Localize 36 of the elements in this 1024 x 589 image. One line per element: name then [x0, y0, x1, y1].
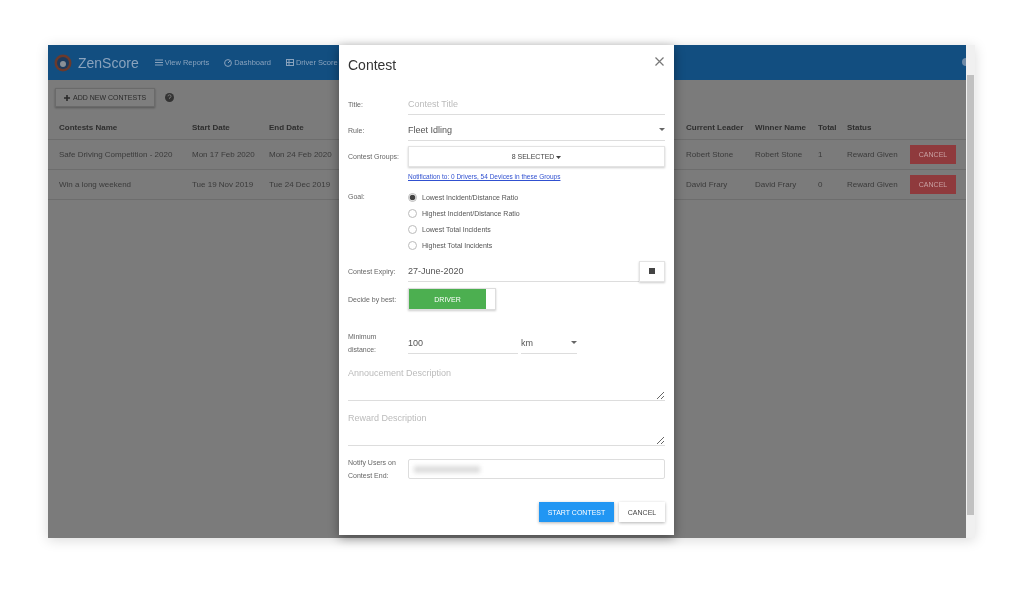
column-header: Status — [847, 122, 872, 132]
radio-button[interactable] — [408, 193, 417, 202]
column-header: Start Date — [192, 122, 230, 132]
radio-button[interactable] — [408, 209, 417, 218]
caret-icon — [556, 155, 562, 159]
caret-icon — [659, 128, 665, 131]
column-header: Total — [818, 122, 837, 132]
unit-select[interactable]: km — [521, 332, 577, 354]
announcement-field[interactable]: Annoucement Description — [348, 368, 665, 401]
column-header: Current Leader — [686, 122, 744, 132]
list-icon — [154, 59, 163, 66]
plus-icon — [64, 94, 70, 101]
column-header: Winner Name — [755, 122, 807, 132]
table-icon — [285, 59, 294, 66]
column-header: End Date — [269, 122, 304, 132]
radio-button[interactable] — [408, 225, 417, 234]
column-header: Contests Name — [59, 122, 118, 132]
logo-icon — [54, 53, 72, 72]
distance-field[interactable]: 100 — [408, 332, 518, 354]
help-icon[interactable] — [165, 93, 175, 102]
expiry-date-field[interactable]: 27-June-2020 — [408, 260, 639, 282]
rule-select[interactable]: Fleet Idling — [408, 119, 665, 141]
calendar-button[interactable] — [639, 260, 665, 282]
scrollbar[interactable] — [966, 45, 975, 538]
title-field[interactable]: Contest Title — [408, 93, 665, 115]
table-cell: 1 — [818, 150, 823, 159]
settings-icon[interactable] — [960, 57, 966, 67]
brand-name: ZenScore — [78, 54, 139, 71]
dialog-title: Contest — [348, 57, 397, 73]
notify-users-field[interactable] — [408, 459, 665, 479]
reward-field[interactable]: Reward Description — [348, 413, 665, 446]
close-icon[interactable] — [655, 56, 664, 66]
calendar-icon — [649, 268, 655, 274]
gauge-icon — [224, 58, 233, 67]
radio-button[interactable] — [408, 241, 417, 250]
caret-icon — [571, 341, 577, 344]
